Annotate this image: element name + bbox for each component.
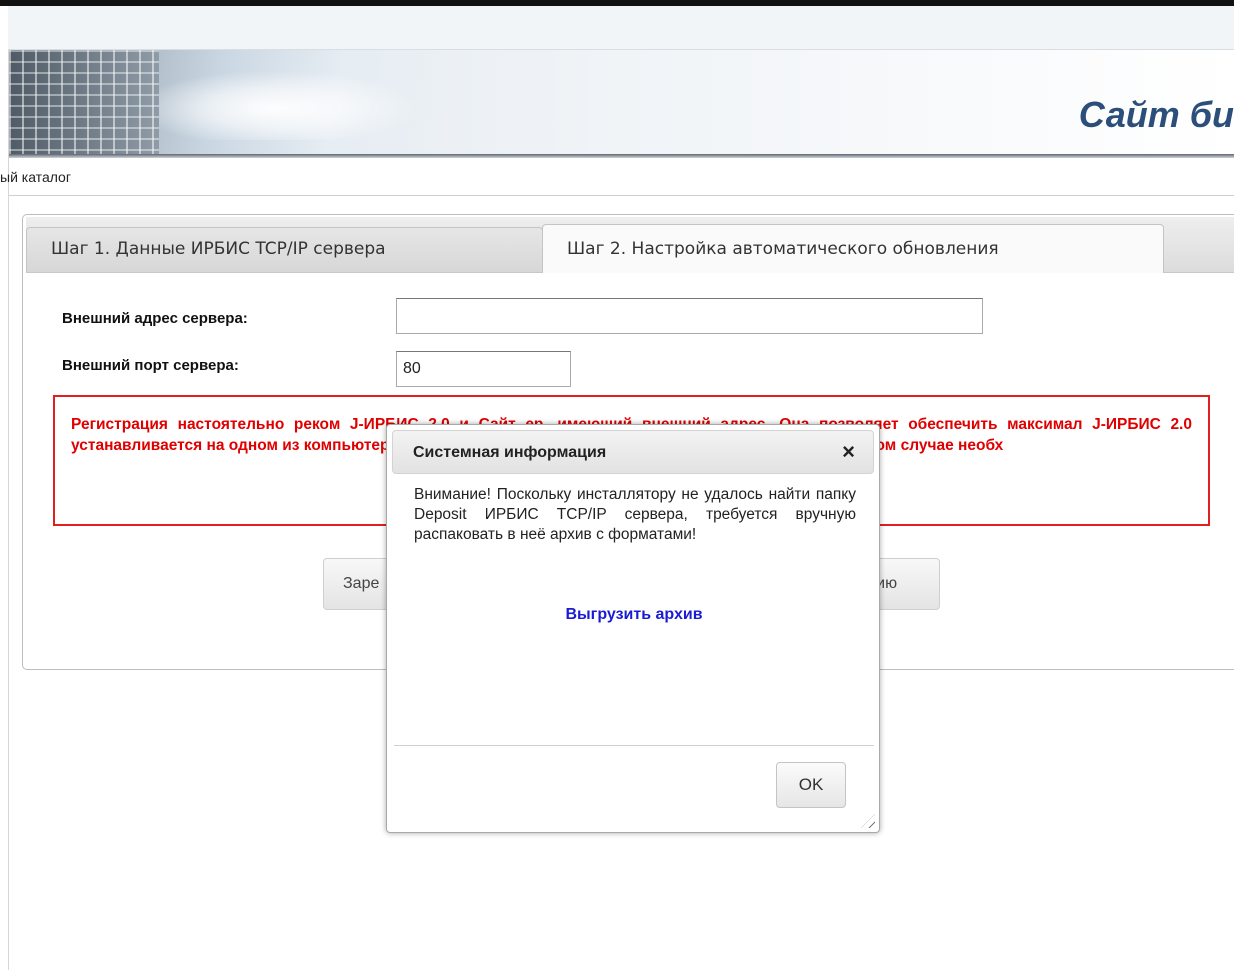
breadcrumb-link[interactable]: ый каталог <box>0 158 71 196</box>
dialog-title: Системная информация <box>413 444 607 461</box>
breadcrumb: ый каталог <box>0 158 1234 196</box>
server-port-input[interactable] <box>396 351 571 387</box>
tab-step-2[interactable]: Шаг 2. Настройка автоматического обновле… <box>542 224 1164 273</box>
banner-photo <box>9 50 449 154</box>
server-address-input[interactable] <box>396 298 983 334</box>
server-address-label: Внешний адрес сервера: <box>62 310 248 327</box>
resize-grip-icon[interactable] <box>861 814 875 828</box>
dialog-message: Внимание! Поскольку инсталлятору не удал… <box>414 486 856 543</box>
cloud-image <box>159 70 419 140</box>
site-title: Сайт би <box>1078 94 1234 135</box>
wizard-tabs: Шаг 1. Данные ИРБИС TCP/IP сервера Шаг 2… <box>26 217 1234 273</box>
dialog-titlebar[interactable]: Системная информация × <box>392 430 874 474</box>
top-bar <box>8 6 1234 50</box>
system-info-dialog: Системная информация × Внимание! Посколь… <box>386 424 880 833</box>
dialog-divider <box>394 745 874 746</box>
server-port-label: Внешний порт сервера: <box>62 357 239 374</box>
tab-step-1[interactable]: Шаг 1. Данные ИРБИС TCP/IP сервера <box>26 227 543 272</box>
site-banner: Сайт би <box>9 50 1234 154</box>
close-icon[interactable]: × <box>842 439 855 465</box>
ok-button[interactable]: OK <box>776 762 846 808</box>
download-archive-link[interactable]: Выгрузить архив <box>387 606 881 624</box>
building-image <box>9 50 159 154</box>
